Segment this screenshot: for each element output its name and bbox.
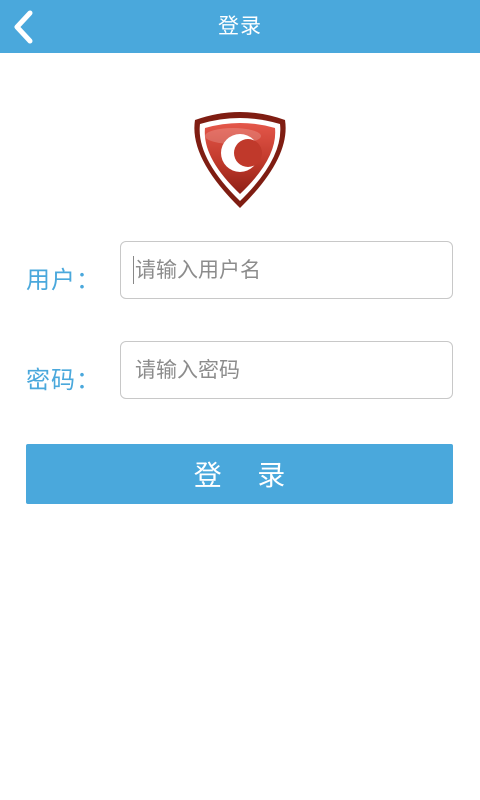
login-button[interactable]: 登 录 <box>26 444 453 504</box>
username-input[interactable] <box>120 241 453 299</box>
app-logo <box>185 108 295 212</box>
back-button[interactable] <box>0 0 48 53</box>
title-bar: 登录 <box>0 0 480 53</box>
password-input[interactable] <box>120 341 453 399</box>
page-title: 登录 <box>218 14 262 38</box>
username-label: 用户： <box>26 266 101 294</box>
chevron-left-icon <box>14 10 33 43</box>
shield-logo-icon <box>194 112 286 208</box>
text-cursor <box>133 256 134 284</box>
password-label: 密码： <box>26 366 101 394</box>
